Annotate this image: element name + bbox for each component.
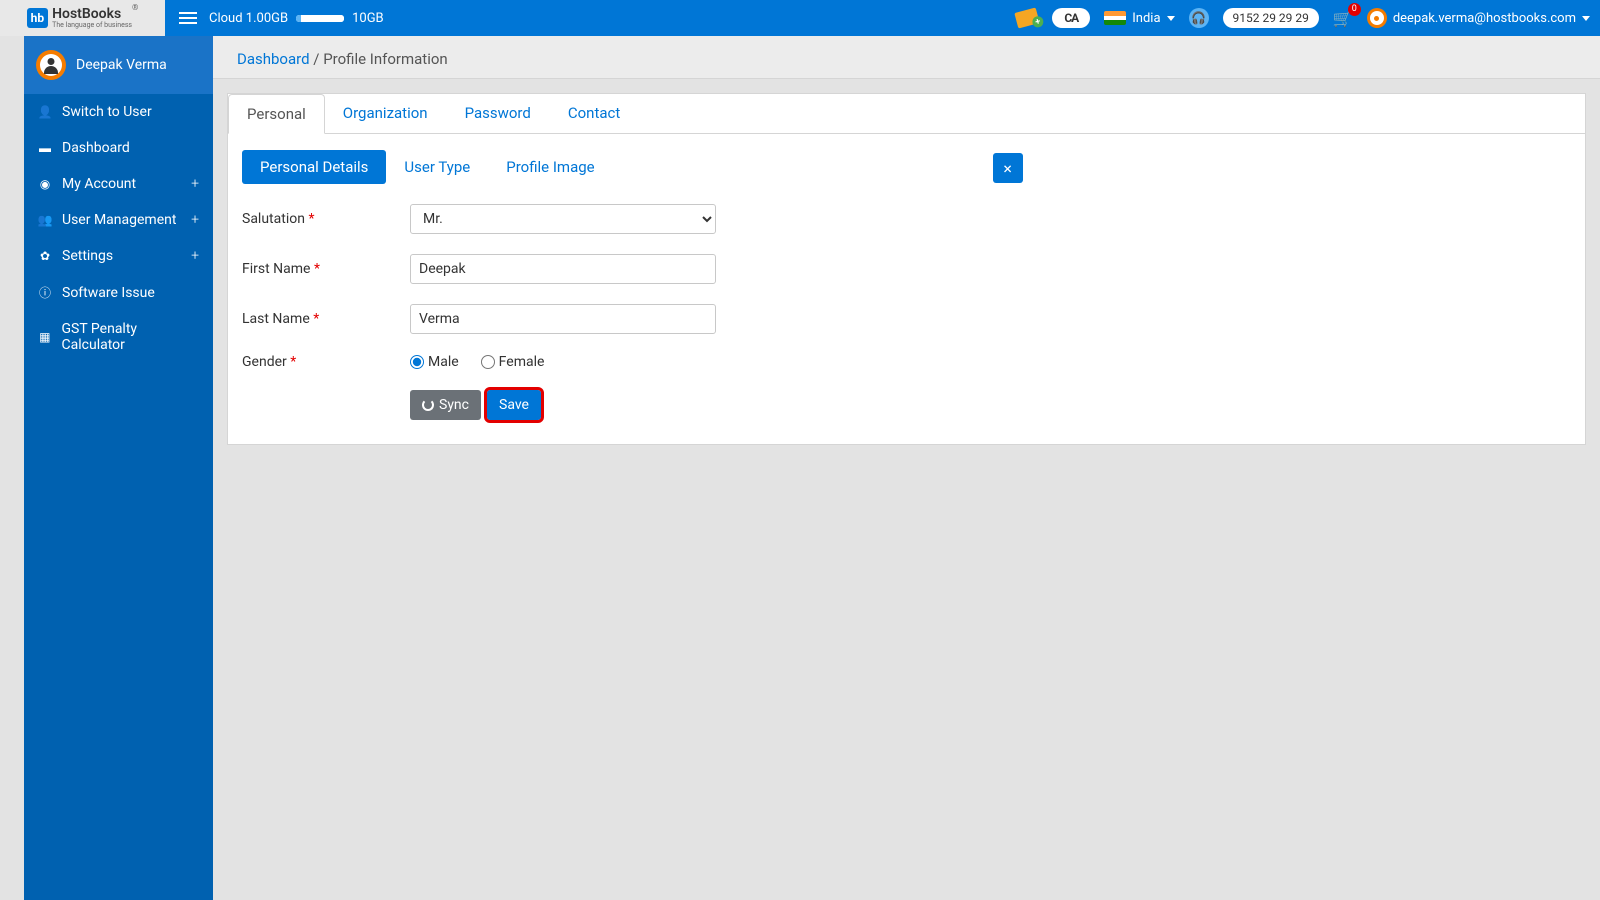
sidebar-item-label: GST Penalty Calculator: [62, 321, 199, 353]
plus-icon: +: [191, 248, 199, 264]
flag-india-icon: [1104, 11, 1126, 25]
menu-toggle-icon[interactable]: [179, 9, 197, 27]
sidebar-item-software-issue[interactable]: ⓘ Software Issue: [24, 274, 213, 311]
first-name-label: First Name *: [242, 261, 410, 277]
sidebar-item-label: Software Issue: [62, 285, 155, 301]
sidebar-user-name: Deepak Verma: [76, 57, 167, 73]
gender-male-radio[interactable]: [410, 355, 424, 369]
sidebar-user[interactable]: Deepak Verma: [24, 36, 213, 94]
user-icon: 👤: [38, 105, 52, 119]
user-menu[interactable]: deepak.verma@hostbooks.com: [1367, 8, 1590, 28]
main-content: Dashboard / Profile Information Personal…: [213, 36, 1600, 900]
tabs-secondary: Personal Details User Type Profile Image…: [228, 134, 1585, 184]
storage-bar: [296, 15, 344, 22]
sidebar-item-label: Dashboard: [62, 140, 130, 156]
country-name: India: [1132, 11, 1160, 26]
gender-female-option[interactable]: Female: [481, 354, 545, 370]
tabs-primary: Personal Organization Password Contact: [228, 94, 1585, 134]
gender-female-radio[interactable]: [481, 355, 495, 369]
salutation-label: Salutation *: [242, 211, 410, 227]
gender-male-option[interactable]: Male: [410, 354, 459, 370]
account-icon: ◉: [38, 177, 52, 191]
calculator-icon: ▦: [38, 330, 52, 344]
logo-badge: hb: [27, 8, 48, 28]
cart-count: 0: [1348, 3, 1361, 16]
topbar: hb HostBooks The language of business ® …: [0, 0, 1600, 36]
cloud-label: Cloud 1.00GB: [209, 11, 288, 26]
tab-personal-details[interactable]: Personal Details: [242, 150, 386, 184]
chevron-down-icon: [1582, 16, 1590, 21]
logo-text: HostBooks: [52, 6, 121, 22]
chevron-down-icon: [1167, 16, 1175, 21]
logo-sub: The language of business: [52, 21, 132, 29]
user-email: deepak.verma@hostbooks.com: [1393, 11, 1576, 26]
users-icon: 👥: [38, 213, 52, 227]
salutation-select[interactable]: Mr.: [410, 204, 716, 234]
last-name-label: Last Name *: [242, 311, 410, 327]
breadcrumb-link[interactable]: Dashboard: [237, 50, 310, 68]
tab-password[interactable]: Password: [447, 94, 550, 133]
last-name-input[interactable]: [410, 304, 716, 334]
info-icon: ⓘ: [38, 284, 52, 301]
sidebar-item-label: My Account: [62, 176, 136, 192]
sidebar-item-label: User Management: [62, 212, 176, 228]
first-name-input[interactable]: [410, 254, 716, 284]
sync-button[interactable]: Sync: [410, 390, 481, 420]
support-icon[interactable]: 🎧: [1189, 8, 1209, 28]
plus-icon: +: [191, 176, 199, 192]
logo[interactable]: hb HostBooks The language of business ®: [0, 0, 165, 36]
tab-profile-image[interactable]: Profile Image: [488, 150, 612, 184]
tab-personal[interactable]: Personal: [228, 94, 325, 134]
sidebar-item-label: Switch to User: [62, 104, 152, 120]
avatar-icon: [1367, 8, 1387, 28]
sidebar-item-user-management[interactable]: 👥 User Management +: [24, 202, 213, 238]
country-selector[interactable]: India: [1104, 11, 1174, 26]
sidebar-item-switch-user[interactable]: 👤 Switch to User: [24, 94, 213, 130]
sync-icon: [422, 399, 434, 411]
sidebar-item-my-account[interactable]: ◉ My Account +: [24, 166, 213, 202]
close-button[interactable]: ×: [993, 153, 1023, 183]
gear-icon: ✿: [38, 249, 52, 263]
support-phone[interactable]: 9152 29 29 29: [1223, 8, 1319, 28]
breadcrumb: Dashboard / Profile Information: [213, 36, 1600, 79]
sidebar-item-dashboard[interactable]: ▬ Dashboard: [24, 130, 213, 166]
cloud-total: 10GB: [352, 11, 384, 26]
dashboard-icon: ▬: [38, 141, 52, 155]
ticket-add-icon[interactable]: +: [1015, 7, 1040, 28]
tab-organization[interactable]: Organization: [325, 94, 447, 133]
sidebar-item-settings[interactable]: ✿ Settings +: [24, 238, 213, 274]
tab-contact[interactable]: Contact: [550, 94, 639, 133]
gender-label: Gender *: [242, 354, 410, 370]
sidebar: Deepak Verma 👤 Switch to User ▬ Dashboar…: [24, 36, 213, 900]
profile-card: Personal Organization Password Contact P…: [227, 93, 1586, 445]
save-button[interactable]: Save: [487, 390, 541, 420]
personal-details-form: Salutation * Mr. First Name * Last Name …: [228, 184, 1585, 444]
sidebar-item-gst-calculator[interactable]: ▦ GST Penalty Calculator: [24, 311, 213, 363]
ca-badge[interactable]: CA: [1052, 8, 1090, 28]
avatar-icon: [36, 50, 66, 80]
sidebar-item-label: Settings: [62, 248, 113, 264]
cart-icon[interactable]: 🛒0: [1333, 9, 1353, 28]
tab-user-type[interactable]: User Type: [386, 150, 488, 184]
registered-icon: ®: [132, 3, 138, 12]
breadcrumb-current: Profile Information: [323, 50, 448, 68]
plus-icon: +: [191, 212, 199, 228]
